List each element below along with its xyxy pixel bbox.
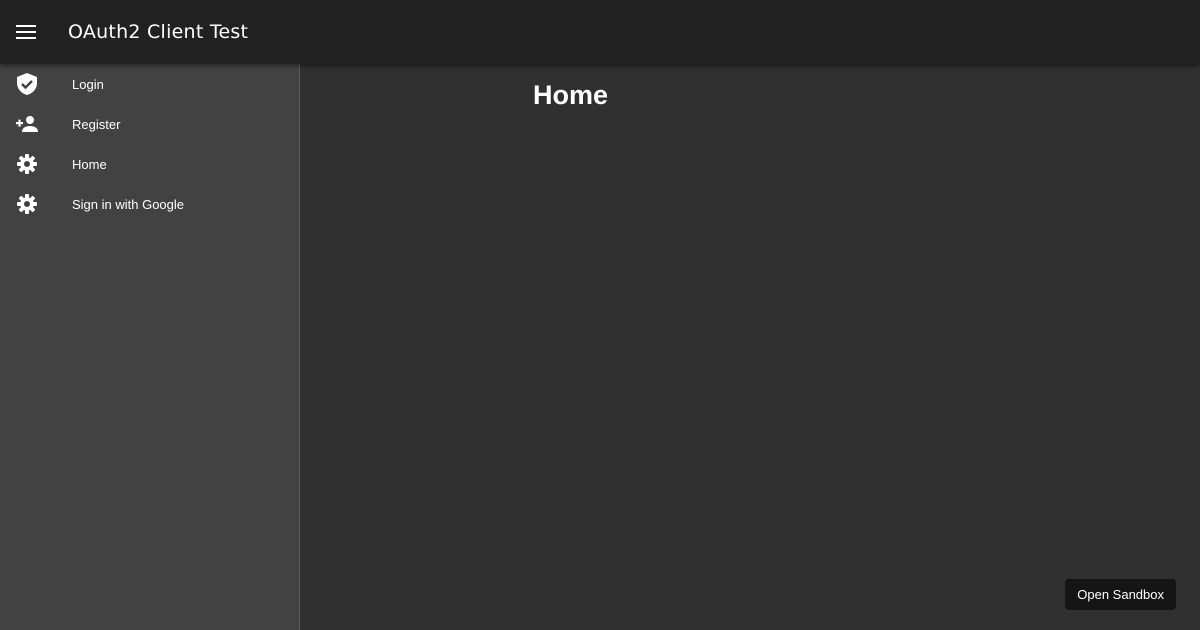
main-content: Home Open Sandbox	[300, 64, 1200, 630]
sidebar: Login Register Home Sign in with Google	[0, 64, 300, 630]
menu-icon	[16, 25, 36, 39]
sidebar-item-register[interactable]: Register	[0, 104, 299, 144]
sidebar-item-login[interactable]: Login	[0, 64, 299, 104]
person-add-icon	[0, 116, 54, 132]
page-title: Home	[533, 80, 609, 110]
app-title: OAuth2 Client Test	[68, 21, 249, 43]
sidebar-item-label: Login	[72, 76, 104, 92]
menu-button[interactable]	[0, 0, 52, 64]
sidebar-item-label: Home	[72, 156, 107, 172]
sidebar-item-sign-in-google[interactable]: Sign in with Google	[0, 184, 299, 224]
open-sandbox-button[interactable]: Open Sandbox	[1065, 579, 1176, 610]
app-bar: OAuth2 Client Test	[0, 0, 1200, 64]
sidebar-item-label: Register	[72, 116, 121, 132]
gear-icon	[0, 154, 54, 174]
sidebar-item-home[interactable]: Home	[0, 144, 299, 184]
gear-icon	[0, 194, 54, 214]
verified-shield-icon	[0, 73, 54, 95]
sidebar-item-label: Sign in with Google	[72, 196, 185, 212]
